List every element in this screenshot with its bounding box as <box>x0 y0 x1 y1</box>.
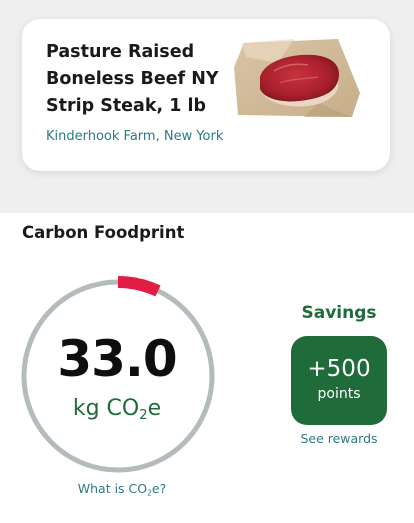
footprint-unit-subscript: 2 <box>139 407 148 423</box>
see-rewards-link[interactable]: See rewards <box>289 431 389 446</box>
footprint-unit-suffix: e <box>147 396 162 421</box>
points-label: points <box>317 386 361 402</box>
points-badge[interactable]: +500 points <box>291 336 387 425</box>
product-name: Pasture Raised Boneless Beef NY Strip St… <box>46 42 219 116</box>
product-header-band: Pasture Raised Boneless Beef NY Strip St… <box>0 0 414 213</box>
co2-link-prefix: What is CO <box>77 481 148 496</box>
product-card[interactable]: Pasture Raised Boneless Beef NY Strip St… <box>22 19 390 171</box>
carbon-foodprint-title: Carbon Foodprint <box>22 223 185 242</box>
co2-link-suffix: e? <box>151 481 167 496</box>
footprint-unit: kg CO2e <box>22 396 212 423</box>
steak-photo <box>234 39 360 117</box>
savings-title: Savings <box>301 303 377 323</box>
product-origin-link[interactable]: Kinderhook Farm, New York <box>46 129 223 144</box>
points-amount: +500 <box>307 356 371 382</box>
footprint-unit-prefix: kg CO <box>72 396 140 421</box>
what-is-co2e-link[interactable]: What is CO2e? <box>22 481 222 497</box>
footprint-value: 33.0 <box>57 330 177 388</box>
gauge-fill-arc <box>117 276 161 297</box>
